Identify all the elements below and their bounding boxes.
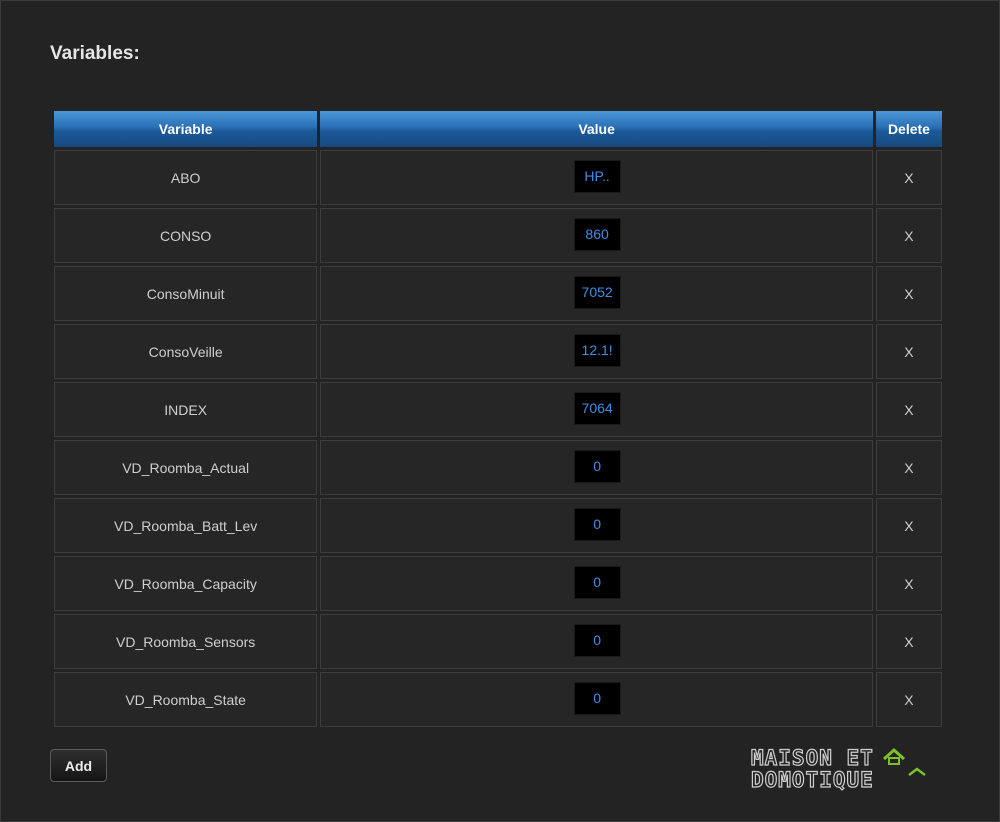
- value-cell: 0: [320, 440, 873, 495]
- variable-name: VD_Roomba_Batt_Lev: [54, 498, 318, 553]
- value-input[interactable]: 0: [573, 565, 621, 599]
- value-input[interactable]: HP..: [573, 159, 621, 193]
- table-row: CONSO 860 X: [54, 208, 942, 263]
- logo-line2: DOMOTIQUE: [751, 768, 874, 791]
- delete-button[interactable]: X: [904, 170, 913, 186]
- table-row: ConsoVeille 12.1! X: [54, 324, 942, 379]
- logo-line1: MAISON ET: [751, 746, 874, 770]
- variable-name: ConsoMinuit: [54, 266, 318, 321]
- delete-cell: X: [875, 266, 942, 321]
- delete-button[interactable]: X: [904, 692, 913, 708]
- table-row: ConsoMinuit 7052 X: [54, 266, 942, 321]
- value-cell: 7052: [320, 266, 873, 321]
- delete-button[interactable]: X: [904, 576, 913, 592]
- value-cell: 0: [320, 498, 873, 553]
- value-input[interactable]: 0: [573, 623, 621, 657]
- delete-cell: X: [875, 672, 942, 727]
- add-button[interactable]: Add: [50, 749, 107, 782]
- delete-cell: X: [875, 440, 942, 495]
- house-icon: [882, 747, 906, 765]
- variable-name: VD_Roomba_Sensors: [54, 614, 318, 669]
- delete-button[interactable]: X: [904, 402, 913, 418]
- value-cell: 7064: [320, 382, 873, 437]
- value-input[interactable]: 0: [573, 449, 621, 483]
- value-input[interactable]: 860: [573, 217, 621, 251]
- maison-et-domotique-logo: MAISON ET DOMOTIQUE: [749, 745, 959, 791]
- variables-table: Variable Value Delete ABO HP.. X CONSO 8…: [51, 108, 945, 730]
- delete-cell: X: [875, 150, 942, 205]
- table-row: VD_Roomba_Capacity 0 X: [54, 556, 942, 611]
- delete-button[interactable]: X: [904, 344, 913, 360]
- variables-panel: Variables: Variable Value Delete ABO HP.…: [0, 0, 1000, 822]
- delete-button[interactable]: X: [904, 518, 913, 534]
- value-input[interactable]: 7052: [573, 275, 621, 309]
- delete-button[interactable]: X: [904, 634, 913, 650]
- delete-button[interactable]: X: [904, 460, 913, 476]
- section-title: Variables:: [50, 43, 140, 64]
- value-cell: 860: [320, 208, 873, 263]
- table-row: VD_Roomba_State 0 X: [54, 672, 942, 727]
- delete-cell: X: [875, 498, 942, 553]
- variable-name: ABO: [54, 150, 318, 205]
- delete-cell: X: [875, 382, 942, 437]
- delete-button[interactable]: X: [904, 286, 913, 302]
- value-input[interactable]: 7064: [573, 391, 621, 425]
- delete-cell: X: [875, 614, 942, 669]
- delete-button[interactable]: X: [904, 228, 913, 244]
- table-header-row: Variable Value Delete: [54, 111, 942, 147]
- variable-name: INDEX: [54, 382, 318, 437]
- table-row: ABO HP.. X: [54, 150, 942, 205]
- column-header-delete: Delete: [875, 111, 942, 147]
- value-cell: 0: [320, 672, 873, 727]
- value-cell: 0: [320, 556, 873, 611]
- variable-name: VD_Roomba_State: [54, 672, 318, 727]
- value-cell: HP..: [320, 150, 873, 205]
- value-cell: 12.1!: [320, 324, 873, 379]
- delete-cell: X: [875, 324, 942, 379]
- table-row: VD_Roomba_Sensors 0 X: [54, 614, 942, 669]
- value-cell: 0: [320, 614, 873, 669]
- variable-name: ConsoVeille: [54, 324, 318, 379]
- table-row: VD_Roomba_Actual 0 X: [54, 440, 942, 495]
- variable-name: VD_Roomba_Actual: [54, 440, 318, 495]
- value-input[interactable]: 0: [573, 507, 621, 541]
- table-row: INDEX 7064 X: [54, 382, 942, 437]
- variable-name: VD_Roomba_Capacity: [54, 556, 318, 611]
- column-header-variable: Variable: [54, 111, 318, 147]
- table-row: VD_Roomba_Batt_Lev 0 X: [54, 498, 942, 553]
- house-icon: [908, 767, 926, 776]
- delete-cell: X: [875, 556, 942, 611]
- value-input[interactable]: 0: [573, 681, 621, 715]
- variable-name: CONSO: [54, 208, 318, 263]
- value-input[interactable]: 12.1!: [573, 333, 621, 367]
- delete-cell: X: [875, 208, 942, 263]
- column-header-value: Value: [320, 111, 873, 147]
